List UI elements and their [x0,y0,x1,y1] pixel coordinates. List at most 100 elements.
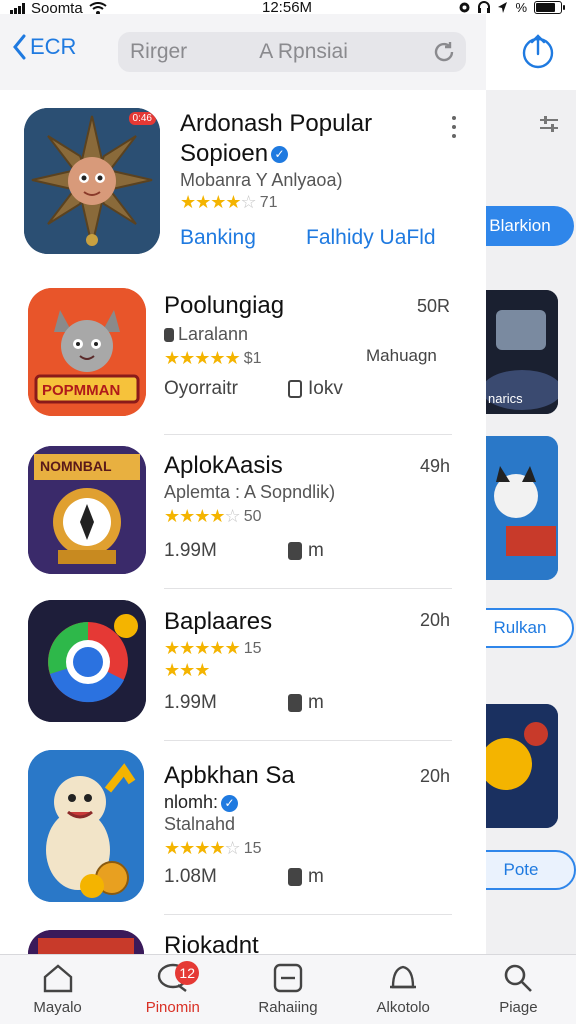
panel-cat-art [486,436,558,580]
app-icon[interactable] [28,750,144,902]
storage-icon [288,694,302,712]
refresh-icon[interactable] [432,40,456,64]
bell-icon [390,965,417,989]
chevron-left-icon [13,34,26,60]
top-navigation: ECR Rirger A Rpnsiai [0,14,486,90]
apps-icon [273,963,303,993]
panel-thumbnail[interactable]: narics [486,290,558,414]
app-meta-left: Oyorraitr [164,378,238,399]
app-rating-count: 15 [243,639,262,657]
featured-app-icon[interactable]: 0:46 [24,108,160,254]
tab-label: Piage [499,999,538,1016]
headphones-icon [478,1,491,13]
verified-icon: ✓ [271,146,289,164]
panel-action-button[interactable]: Blarkion [486,206,574,246]
app-developer-line: nlomh: ✓ [164,792,239,813]
app-meta-right: m [288,540,324,562]
app-icon[interactable]: POPMMAN [28,288,146,416]
app-icon-text: POPMMAN [42,382,121,399]
sliders-icon[interactable] [538,114,560,134]
app-rating: ★★★★★ $1 [164,348,261,369]
app-name[interactable]: Riokadnt [164,932,259,954]
app-name[interactable]: Poolungiag [164,292,284,320]
featured-link-right[interactable]: Falhidy UaFld [306,226,436,250]
panel-action-button[interactable]: Pote [486,850,576,890]
app-meta-right: m [288,692,324,714]
back-button[interactable]: ECR [12,34,76,60]
status-right: % [458,0,565,15]
location-icon [498,2,508,13]
app-rating-count: 50 [243,507,262,525]
app-rating: ★★★★☆ 50 [164,506,261,527]
storage-icon [288,380,302,398]
list-item[interactable]: POPMMAN Poolungiag 50R Laralann ★★★★★ $1… [0,282,486,436]
star-rating: ★★★★☆ [164,838,241,858]
featured-app-card[interactable]: 0:46 Ardonash Popular Sopioen ✓ Mobanra Y… [0,90,486,282]
signal-icon [10,3,25,14]
featured-link-left[interactable]: Banking [180,226,256,250]
app-icon[interactable] [28,930,144,954]
app-rating: ★★★★★ 15 [164,638,261,659]
divider [164,740,452,741]
divider [164,914,452,915]
app-developer: Aplemta : A Sopndlik) [164,482,336,502]
app-name[interactable]: Apbkhan Sa [164,762,295,790]
app-rating: ★★★★☆ 15 [164,838,261,859]
app-extra-right: Mahuagn [366,346,437,365]
divider [164,588,452,589]
notification-badge: 12 [175,961,200,985]
tab-apps[interactable]: Rahaiing [230,955,345,1024]
storage-icon [288,868,302,886]
tab-label: Alkotolo [376,999,430,1016]
tab-alerts[interactable]: Alkotolo [346,955,461,1024]
star-rating: ★★★★☆ [180,192,257,212]
app-meta-left: 1.08M [164,866,217,887]
app-meta-right-text: m [308,866,324,887]
list-item[interactable]: NOMNBAL AplokAasis 49h Aplemta : A Sopnd… [0,436,486,590]
featured-app-name[interactable]: Ardonash Popular [180,110,372,138]
search-text-secondary: A Rpnsiai [259,40,348,63]
list-item[interactable]: Apbkhan Sa 20h nlomh: ✓ Stalnahd ★★★★☆ 15… [0,742,486,916]
search-text-primary: Rirger [130,40,188,63]
app-rating-secondary: ★★★ [164,660,210,681]
panel-action-button[interactable]: Rulkan [486,608,574,648]
more-options-icon[interactable] [452,116,458,138]
app-meta-right-text: m [308,540,324,561]
back-label: ECR [30,34,77,59]
app-icon[interactable]: NOMNBAL [28,446,146,574]
featured-app-name-line2: Sopioen ✓ [180,140,289,168]
app-rating-count: $1 [243,349,262,367]
app-icon[interactable] [28,600,146,722]
star-character-art [24,108,160,254]
featured-icon-badge: 0:46 [128,112,156,125]
app-rating-count: 15 [243,839,262,857]
app-name[interactable]: Baplaares [164,608,272,636]
app-name[interactable]: AplokAasis [164,452,283,480]
app-developer-line-text: nlomh: [164,792,219,812]
panel-thumbnail[interactable] [486,704,558,828]
panel-character-art [486,704,558,828]
app-age: 20h [419,766,450,786]
app-age: 20h [419,610,450,630]
panel-thumbnail[interactable] [486,436,558,580]
list-item[interactable]: Baplaares 20h ★★★★★ 15 ★★★ 1.99M m [0,590,486,742]
app-age: 50R [416,296,450,316]
app-age: 49h [419,456,450,476]
tab-bar: Mayalo 12 Pinomin Rahaiing Alkotolo Piag… [0,954,576,1024]
tab-messages[interactable]: 12 Pinomin [115,955,230,1024]
goat-character-art [28,750,144,902]
divider [164,434,452,435]
tab-label: Pinomin [145,999,200,1016]
list-item[interactable]: Riokadnt [0,916,486,954]
tab-home[interactable]: Mayalo [0,955,115,1024]
star-rating: ★★★★★ [164,348,241,368]
app-icon-text: NOMNBAL [40,458,112,474]
search-input[interactable]: Rirger A Rpnsiai [118,32,466,72]
tab-search[interactable]: Piage [461,955,576,1024]
share-icon[interactable] [522,32,554,70]
battery-icon [534,1,565,14]
featured-app-name-line2-text: Sopioen [180,140,269,167]
tab-label: Mayalo [33,999,82,1016]
app-meta-left: 1.99M [164,540,217,561]
swirl-logo-art [28,600,146,722]
